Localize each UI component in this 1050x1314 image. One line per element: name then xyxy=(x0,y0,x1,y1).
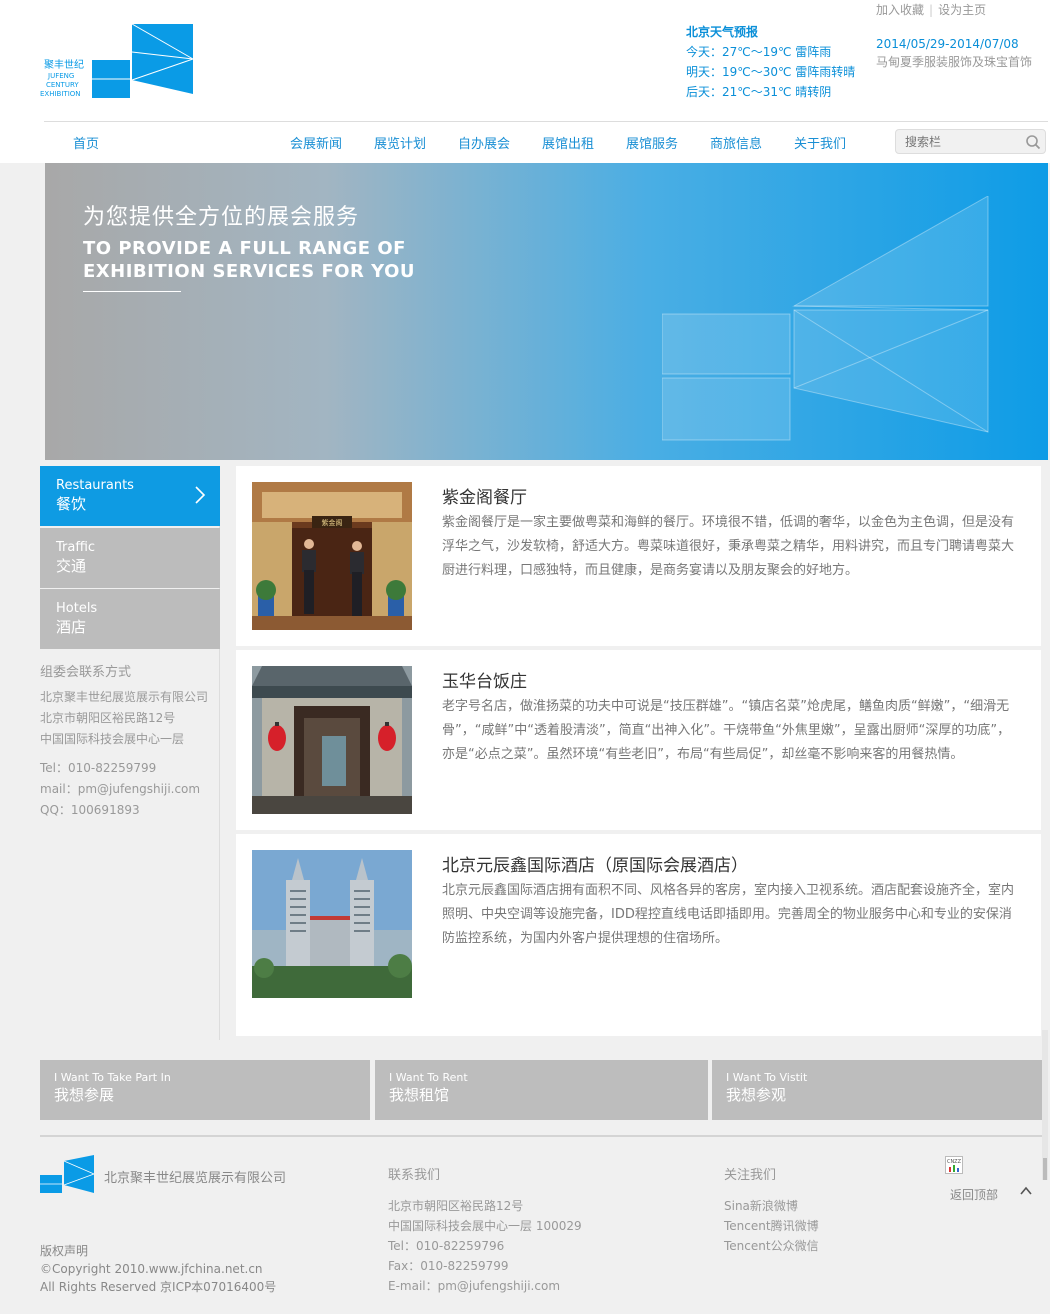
nav-own-exhibitions[interactable]: 自办展会 xyxy=(458,133,510,152)
listing-title[interactable]: 紫金阁餐厅 xyxy=(442,483,527,508)
copyright-line: All Rights Reserved 京ICP本07016400号 xyxy=(40,1280,277,1294)
contact-line: 中国国际科技会展中心一层 xyxy=(40,732,185,746)
listing-desc: 北京元辰鑫国际酒店拥有面积不同、风格各异的客房，室内接入卫视系统。酒店配套设施齐… xyxy=(442,883,1015,946)
footer-logo-icon xyxy=(40,1155,96,1195)
event-notice[interactable]: 2014/05/29-2014/07/08 马甸夏季服装服饰及珠宝首饰 xyxy=(876,35,1036,71)
nav-hall-rental[interactable]: 展馆出租 xyxy=(542,133,594,152)
contact-qq: QQ：100691893 xyxy=(40,803,140,817)
contact-title: 组委会联系方式 xyxy=(40,665,132,680)
take-part-button[interactable]: I Want To Take Part In 我想参展 xyxy=(40,1060,370,1120)
rent-hall-button[interactable]: I Want To Rent 我想租馆 xyxy=(375,1060,708,1120)
set-homepage-link[interactable]: 设为主页 xyxy=(938,3,986,17)
search-icon[interactable] xyxy=(1025,134,1041,150)
weather-today: 今天：27℃～19℃ 雷阵雨 xyxy=(686,45,832,59)
nav-travel-info[interactable]: 商旅信息 xyxy=(710,133,762,152)
footer-contact-line: E-mail：pm@jufengshiji.com xyxy=(388,1279,561,1293)
restaurant-photo[interactable] xyxy=(252,666,412,814)
restaurant-photo[interactable]: 紫金阁 xyxy=(252,482,412,630)
action-label-zh: 我想租馆 xyxy=(389,1086,450,1104)
logo-text-cn: 聚丰世纪 xyxy=(44,58,84,71)
hotel-photo[interactable] xyxy=(252,850,412,998)
nav-hall-service[interactable]: 展馆服务 xyxy=(626,133,678,152)
action-label-zh: 我想参观 xyxy=(726,1086,787,1104)
nav-plan[interactable]: 展览计划 xyxy=(374,133,426,152)
contact-mail: mail：pm@jufengshiji.com xyxy=(40,782,201,796)
listing-card: 北京元辰鑫国际酒店（原国际会展酒店） 北京元辰鑫国际酒店拥有面积不同、风格各异的… xyxy=(236,834,1041,1036)
weather-title: 北京天气预报 xyxy=(686,25,759,39)
footer-contact-line: 中国国际科技会展中心一层 100029 xyxy=(388,1219,582,1233)
sidebar-item-label-zh: 交通 xyxy=(56,557,87,575)
listing-card: 玉华台饭庄 老字号名店，做淮扬菜的功夫中可说是“技压群雄”。“镇店名菜”炝虎尾，… xyxy=(236,650,1041,830)
organizer-contact: 组委会联系方式 北京聚丰世纪展览展示有限公司 北京市朝阳区裕民路12号 中国国际… xyxy=(40,662,208,821)
top-links: 加入收藏 | 设为主页 xyxy=(876,1,986,18)
separator: | xyxy=(929,3,934,17)
weather-tomorrow: 明天：19℃～30℃ 雷阵雨转晴 xyxy=(686,65,856,79)
weather-forecast: 北京天气预报 今天：27℃～19℃ 雷阵雨 明天：19℃～30℃ 雷阵雨转晴 后… xyxy=(686,22,855,102)
scrollbar-thumb[interactable] xyxy=(1043,1158,1047,1180)
logo-text-3: EXHIBITION xyxy=(40,90,81,98)
event-date: 2014/05/29-2014/07/08 xyxy=(876,37,1019,51)
sidebar-item-hotels[interactable]: Hotels 酒店 xyxy=(40,589,220,649)
copyright-title: 版权声明 xyxy=(40,1244,89,1258)
cnzz-label: CNZZ xyxy=(947,1159,962,1165)
tencent-wechat-link[interactable]: Tencent公众微信 xyxy=(724,1236,819,1256)
copyright: 版权声明 ©Copyright 2010.www.jfchina.net.cn … xyxy=(40,1242,276,1296)
chevron-right-icon xyxy=(195,486,206,504)
footer-contact-line: Tel：010-82259796 xyxy=(388,1239,505,1253)
action-label-en: I Want To Rent xyxy=(389,1071,468,1084)
footer-contact-line: 北京市朝阳区裕民路12号 xyxy=(388,1199,524,1213)
search-box xyxy=(895,129,1046,154)
listing-desc: 紫金阁餐厅是一家主要做粤菜和海鲜的餐厅。环境很不错，低调的奢华，以金色为主色调，… xyxy=(442,515,1015,578)
event-name: 马甸夏季服装服饰及珠宝首饰 xyxy=(876,55,1033,69)
nav-home[interactable]: 首页 xyxy=(73,133,99,152)
footer-contact: 联系我们 北京市朝阳区裕民路12号 中国国际科技会展中心一层 100029 Te… xyxy=(388,1166,582,1296)
site-header: 聚丰世纪 JUFENG CENTURY EXHIBITION 北京天气预报 今天… xyxy=(0,0,1050,163)
nav-divider xyxy=(44,121,1048,122)
sidebar-item-label-zh: 酒店 xyxy=(56,618,87,636)
footer-contact-line: Fax：010-82259799 xyxy=(388,1259,509,1273)
banner-title-en: TO PROVIDE A FULL RANGE OF EXHIBITION SE… xyxy=(83,238,415,282)
add-favorite-link[interactable]: 加入收藏 xyxy=(876,3,924,17)
chevron-up-icon[interactable] xyxy=(1019,1185,1033,1197)
action-label-en: I Want To Take Part In xyxy=(54,1071,171,1084)
sidebar-item-label-en: Hotels xyxy=(56,601,98,616)
listing-desc: 老字号名店，做淮扬菜的功夫中可说是“技压群雄”。“镇店名菜”炝虎尾，鳝鱼肉质“鲜… xyxy=(442,699,1011,762)
sidebar: Restaurants 餐饮 Traffic 交通 Hotels 酒店 组委会联… xyxy=(40,466,220,1040)
weather-after: 后天：21℃～31℃ 晴转阴 xyxy=(686,85,832,99)
windows-graphic xyxy=(662,196,989,441)
listing-title[interactable]: 玉华台饭庄 xyxy=(442,667,527,692)
banner-title-zh: 为您提供全方位的展会服务 xyxy=(83,205,360,230)
sidebar-item-restaurants[interactable]: Restaurants 餐饮 xyxy=(40,466,220,526)
footer-follow-title: 关注我们 xyxy=(724,1168,777,1183)
contact-line: 北京市朝阳区裕民路12号 xyxy=(40,711,176,725)
footer-follow: 关注我们 Sina新浪微博 Tencent腾讯微博 Tencent公众微信 xyxy=(724,1166,819,1256)
copyright-line: ©Copyright 2010.www.jfchina.net.cn xyxy=(40,1262,263,1276)
logo-text-2: CENTURY xyxy=(46,81,79,89)
visit-button[interactable]: I Want To Vistit 我想参观 xyxy=(712,1060,1042,1120)
action-label-en: I Want To Vistit xyxy=(726,1071,808,1084)
action-label-zh: 我想参展 xyxy=(54,1086,115,1104)
footer-contact-title: 联系我们 xyxy=(388,1168,441,1183)
nav-about[interactable]: 关于我们 xyxy=(794,133,846,152)
footer-company-name: 北京聚丰世纪展览展示有限公司 xyxy=(104,1171,287,1186)
sidebar-item-label-en: Traffic xyxy=(56,540,96,555)
back-to-top-link[interactable]: 返回顶部 xyxy=(950,1186,998,1203)
cnzz-stats-icon[interactable]: CNZZ xyxy=(945,1156,963,1174)
listing-title[interactable]: 北京元辰鑫国际酒店（原国际会展酒店） xyxy=(442,851,748,876)
banner-underline xyxy=(83,291,181,292)
sina-weibo-link[interactable]: Sina新浪微博 xyxy=(724,1196,819,1216)
footer-divider xyxy=(40,1135,1045,1137)
hero-banner: 为您提供全方位的展会服务 TO PROVIDE A FULL RANGE OF … xyxy=(45,163,1048,460)
listing-card: 紫金阁 紫金阁餐厅 紫金阁餐厅是一家主要做粤菜和海鲜的餐厅。环境很不错，低调的奢… xyxy=(236,466,1041,646)
restaurant-sign: 紫金阁 xyxy=(322,518,343,527)
logo-text-1: JUFENG xyxy=(47,72,74,80)
contact-tel: Tel：010-82259799 xyxy=(40,761,157,775)
contact-line: 北京聚丰世纪展览展示有限公司 xyxy=(40,690,209,704)
tencent-weibo-link[interactable]: Tencent腾讯微博 xyxy=(724,1216,819,1236)
sidebar-item-traffic[interactable]: Traffic 交通 xyxy=(40,528,220,588)
nav-news[interactable]: 会展新闻 xyxy=(290,133,342,152)
site-logo[interactable]: 聚丰世纪 JUFENG CENTURY EXHIBITION xyxy=(40,23,200,100)
search-input[interactable] xyxy=(896,130,1016,153)
